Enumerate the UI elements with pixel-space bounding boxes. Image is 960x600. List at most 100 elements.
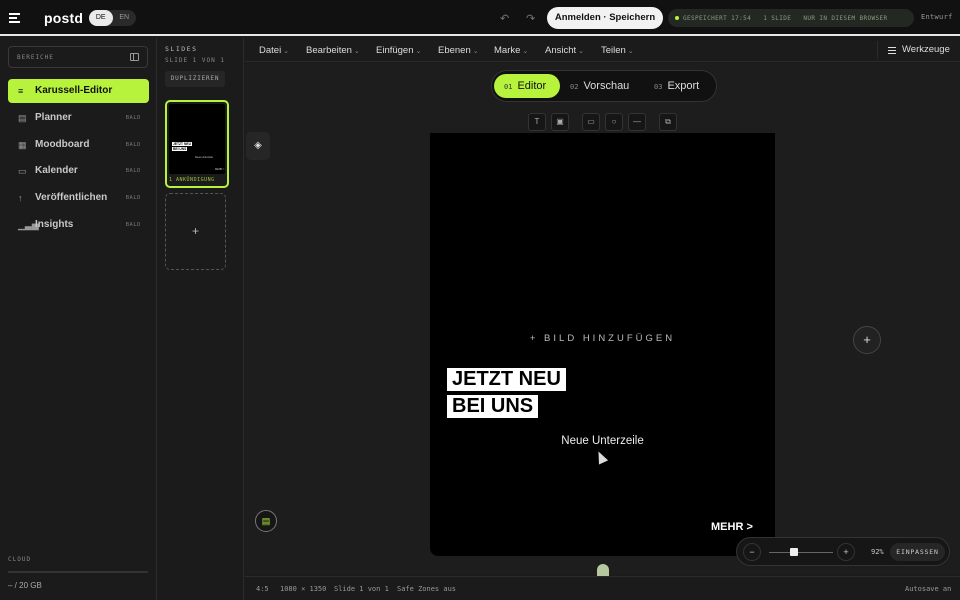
areas-label: BEREICHE (17, 54, 54, 61)
soon-badge: BALD (125, 222, 141, 228)
menu-teilen[interactable]: Teilen (601, 45, 634, 56)
lang-de[interactable]: DE (89, 10, 113, 26)
menu-icon[interactable] (9, 13, 20, 23)
slides-counter: SLIDE 1 VON 1 (165, 57, 225, 64)
sidebar-item-moodboard[interactable]: ▦ Moodboard BALD (8, 133, 149, 157)
status-dot-icon (675, 16, 679, 20)
safe-zones-toggle[interactable]: Safe Zones aus (397, 585, 456, 593)
soon-badge: BALD (125, 195, 141, 201)
sidebar-item-label: Moodboard (35, 139, 90, 150)
mouse-cursor-icon (593, 449, 609, 465)
line-tool-icon[interactable]: — (628, 113, 646, 131)
thumb-subline: Neue Unterzeile (195, 156, 213, 159)
language-switch[interactable]: DE EN (89, 10, 136, 26)
canvas-size: 1080 × 1350 (280, 585, 327, 593)
slide-caption: 1 ANKÜNDIGUNG (169, 177, 215, 183)
tools-label: Werkzeuge (902, 44, 950, 55)
logo: postd (44, 10, 84, 26)
autosave-status: Autosave an (905, 585, 952, 593)
add-slide-button[interactable]: + (165, 193, 226, 270)
collapse-sidebar-icon[interactable] (130, 53, 139, 61)
arrow-up-icon: ↑ (18, 193, 23, 203)
slide-thumbnail[interactable]: JETZT NEU BEI UNS Neue Unterzeile MEHR >… (165, 100, 229, 188)
menu-marke[interactable]: Marke (494, 45, 528, 56)
tab-number: 02 (570, 83, 579, 91)
sidebar-item-label: Kalender (35, 165, 78, 176)
subline-text[interactable]: Neue Unterzeile (430, 435, 775, 447)
drag-handle[interactable] (597, 564, 609, 576)
sidebar-item-label: Veröffentlichen (35, 192, 108, 203)
thumb-headline-2: BEI UNS (172, 147, 188, 151)
sidebar-item-kalender[interactable]: ▭ Kalender BALD (8, 159, 149, 183)
add-element-button[interactable]: + (853, 326, 881, 354)
storage-usage: – / 20 GB (8, 581, 42, 590)
tab-export[interactable]: 03 Export (654, 74, 714, 98)
menu-ansicht[interactable]: Ansicht (545, 45, 584, 56)
tab-label: Export (667, 80, 700, 92)
slide-canvas[interactable]: + BILD HINZUFÜGEN JETZT NEU BEI UNS Neue… (430, 133, 775, 556)
sidebar-item-planner[interactable]: ▤ Planner BALD (8, 106, 149, 130)
sidebar-item-veroeffentlichen[interactable]: ↑ Veröffentlichen BALD (8, 186, 149, 210)
headline-line-2[interactable]: BEI UNS (447, 395, 539, 418)
status-footer: 4:5 1080 × 1350 Slide 1 von 1 Safe Zones… (245, 576, 960, 600)
notes-icon[interactable]: ▤ (255, 510, 277, 532)
login-save-button[interactable]: Anmelden · Speichern (547, 7, 663, 29)
zoom-percent: 92% (871, 548, 884, 556)
slides-title: SLIDES (165, 45, 198, 53)
menu-bearbeiten[interactable]: Bearbeiten (306, 45, 360, 56)
slide-position: Slide 1 von 1 (334, 585, 389, 593)
grid-icon: ▦ (18, 140, 27, 150)
fit-button[interactable]: EINPASSEN (890, 543, 945, 561)
areas-header: BEREICHE (8, 46, 148, 68)
zoom-slider-track[interactable] (769, 552, 833, 553)
undo-icon[interactable]: ↶ (500, 12, 509, 25)
bar-chart-icon: ▁▃▅ (18, 220, 39, 230)
layers-icon[interactable]: ◈ (246, 132, 270, 160)
status-saved: GESPEICHERT 17:54 (683, 14, 752, 22)
slides-panel: SLIDES SLIDE 1 VON 1 DUPLIZIEREN JETZT N… (158, 38, 244, 600)
sidebar-item-insights[interactable]: ▁▃▅ Insights BALD (8, 213, 149, 237)
duplicate-button[interactable]: DUPLIZIEREN (165, 71, 225, 87)
save-status: GESPEICHERT 17:54 1 SLIDE NUR IN DIESEM … (668, 9, 914, 27)
status-slides: 1 SLIDE (763, 14, 792, 22)
top-bar: postd DE EN ↶ ↷ Anmelden · Speichern GES… (0, 0, 960, 36)
tab-label: Editor (517, 80, 547, 92)
add-image-button[interactable]: + BILD HINZUFÜGEN (430, 333, 775, 344)
tab-label: Vorschau (583, 80, 630, 92)
canvas-area: 01 Editor 02 Vorschau 03 Export T ▣ ▭ ○ — ⧉… (245, 63, 960, 576)
menu-einfuegen[interactable]: Einfügen (376, 45, 421, 56)
sidebar-item-karussell-editor[interactable]: ≡ Karussell-Editor (8, 79, 149, 103)
tools-icon (888, 47, 896, 56)
sidebar-item-label: Planner (35, 112, 72, 123)
thumb-headline-1: JETZT NEU (172, 142, 192, 146)
circle-tool-icon[interactable]: ○ (605, 113, 623, 131)
headline-line-1[interactable]: JETZT NEU (447, 368, 566, 391)
mode-switch: 01 Editor 02 Vorschau 03 Export (491, 70, 717, 102)
redo-icon[interactable]: ↷ (526, 12, 535, 25)
zoom-slider-handle[interactable] (790, 548, 798, 556)
tab-number: 01 (504, 83, 513, 91)
duplicate-tool-icon[interactable]: ⧉ (659, 113, 677, 131)
thumbnail-preview: JETZT NEU BEI UNS Neue Unterzeile MEHR > (169, 104, 225, 174)
zoom-in-button[interactable]: + (837, 543, 855, 561)
storage-bar (8, 571, 148, 573)
soon-badge: BALD (125, 168, 141, 174)
rectangle-tool-icon[interactable]: ▭ (582, 113, 600, 131)
menu-ebenen[interactable]: Ebenen (438, 45, 479, 56)
tab-editor[interactable]: 01 Editor (494, 74, 560, 98)
lang-en[interactable]: EN (113, 10, 137, 26)
more-text[interactable]: MEHR > (711, 521, 753, 533)
aspect-ratio: 4:5 (256, 585, 269, 593)
image-tool-icon[interactable]: ▣ (551, 113, 569, 131)
zoom-control: − + 92% EINPASSEN (736, 537, 950, 566)
text-tool-icon[interactable]: T (528, 113, 546, 131)
tools-button[interactable]: Werkzeuge (877, 41, 952, 59)
tab-vorschau[interactable]: 02 Vorschau (570, 74, 642, 98)
soon-badge: BALD (125, 115, 141, 121)
draft-label[interactable]: Entwurf (921, 13, 953, 21)
status-browser: NUR IN DIESEM BROWSER (803, 14, 888, 22)
table-icon: ▤ (18, 113, 27, 123)
menu-datei[interactable]: Datei (259, 45, 289, 56)
zoom-out-button[interactable]: − (743, 543, 761, 561)
tab-number: 03 (654, 83, 663, 91)
